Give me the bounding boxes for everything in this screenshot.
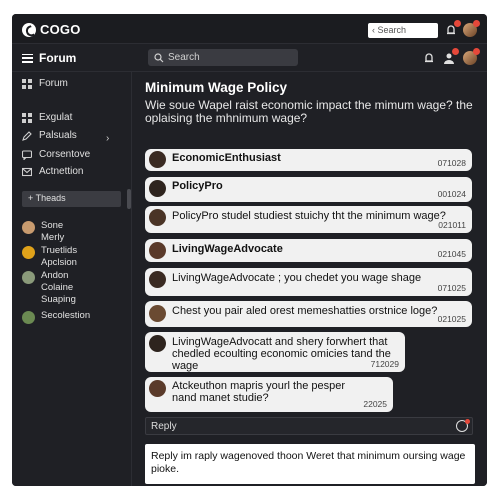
avatar (149, 335, 166, 352)
sidebar-user[interactable]: Truetlids Apclsion (22, 245, 77, 269)
reply-bar[interactable]: Reply (145, 417, 473, 435)
sidebar-item-exgulat[interactable]: Exgulat (22, 112, 72, 123)
app-logo[interactable]: COGO (22, 22, 81, 37)
app-window: COGO ‹ Search Forum Search Forum Exgulat… (12, 14, 487, 486)
top-user-avatar[interactable] (463, 20, 480, 37)
top-avatar-badge (473, 20, 480, 27)
sidebar-item-label: Exgulat (39, 112, 73, 123)
message-bubble[interactable]: Atckeuthon mapris yourl the pesper nand … (145, 377, 393, 412)
chat-icon (22, 149, 32, 160)
message-time: 712029 (370, 359, 399, 369)
message-bubble[interactable]: LivingWageAdvocatt and shery forwhert th… (145, 332, 405, 372)
forum-title-text: Forum (39, 51, 77, 65)
message-bubble[interactable]: PolicyPro studel studiest stuichy tht th… (145, 206, 472, 233)
thread-view: Minimum Wage Policy Wie soue Wapel raist… (133, 72, 487, 486)
message-text: Atckeuthon mapris yourl the pesper nand … (172, 380, 346, 404)
message-time: 021025 (437, 314, 466, 324)
forum-header: Forum Search (12, 44, 487, 72)
message-text: LivingWageAdvocatt and shery forwhert th… (172, 336, 391, 372)
reply-label: Reply (151, 421, 177, 432)
header-profile-button[interactable] (442, 48, 459, 65)
mail-icon (22, 167, 32, 176)
sidebar-item-corsentove[interactable]: Corsentove (22, 149, 90, 160)
menu-icon[interactable] (22, 53, 33, 63)
message-text: EconomicEnthusiast (172, 152, 281, 164)
avatar (22, 311, 35, 324)
forum-search-placeholder: Search (168, 52, 200, 63)
plus-icon: + (28, 193, 36, 203)
message-time: 021045 (437, 249, 466, 259)
reply-textarea[interactable]: Reply im raply wagenoved thoon Weret tha… (145, 444, 475, 484)
top-notification-button[interactable] (444, 20, 461, 37)
sidebar-item-actnettion[interactable]: Actnettion (22, 166, 83, 177)
message-text: PolicyPro (172, 180, 223, 192)
message-bubble[interactable]: Chest you pair aled orest memeshatties o… (145, 301, 472, 327)
threads-button[interactable]: + Theads (22, 191, 121, 207)
sidebar: Forum Exgulat Palsuals › Corsentove Actn… (12, 72, 132, 486)
message-bubble[interactable]: EconomicEnthusiast 071028 (145, 149, 472, 171)
avatar (149, 180, 166, 197)
sidebar-item-label: Palsuals (39, 130, 77, 141)
thread-title: Minimum Wage Policy (145, 80, 288, 95)
top-bar: COGO ‹ Search (12, 14, 487, 44)
sidebar-user-name: Secolestion (41, 310, 91, 321)
sidebar-item-label: Corsentove (39, 149, 91, 160)
sidebar-user[interactable]: Secolestion (22, 310, 90, 324)
avatar (149, 380, 166, 397)
sidebar-item-label: Forum (39, 78, 68, 89)
forum-title[interactable]: Forum (22, 51, 76, 65)
avatar (22, 271, 35, 284)
message-bubble[interactable]: LivingWageAdvocate ; you chedet you wage… (145, 268, 472, 296)
search-icon (154, 52, 164, 62)
message-bubble[interactable]: PolicyPro 001024 (145, 177, 472, 202)
reply-notification-dot (465, 419, 470, 424)
message-text: PolicyPro studel studiest stuichy tht th… (172, 210, 446, 222)
sidebar-item-forum[interactable]: Forum (22, 78, 68, 89)
message-time: 22025 (363, 399, 387, 409)
threads-label: Theads (35, 193, 66, 203)
sidebar-item-palsuals[interactable]: Palsuals (22, 130, 77, 141)
avatar (22, 246, 35, 259)
message-bubble[interactable]: LivingWageAdvocate 021045 (145, 239, 472, 262)
header-notification-button[interactable] (422, 51, 436, 65)
top-search-input[interactable]: ‹ Search (368, 23, 438, 38)
message-time: 021011 (438, 220, 466, 230)
top-search-label: Search (377, 25, 407, 35)
avatar (149, 151, 166, 168)
sidebar-user-name: Andon Colaine Suaping (41, 270, 76, 305)
sidebar-scrollbar[interactable] (127, 189, 131, 209)
avatar (149, 305, 166, 322)
grid-icon (22, 112, 32, 123)
sidebar-item-label: Actnettion (39, 166, 84, 177)
avatar (22, 221, 35, 234)
message-time: 071025 (437, 283, 466, 293)
logo-text: COGO (40, 22, 81, 37)
message-text: Chest you pair aled orest memeshatties o… (172, 305, 438, 317)
logo-icon (22, 22, 36, 37)
edit-icon (22, 130, 32, 141)
message-text: LivingWageAdvocate ; you chedet you wage… (172, 272, 422, 284)
sidebar-user-name: Sone Merly (41, 220, 65, 243)
message-text: LivingWageAdvocate (172, 243, 283, 255)
forum-search-input[interactable]: Search (148, 49, 298, 66)
avatar (149, 242, 166, 259)
bell-icon (425, 53, 433, 63)
header-profile-badge (452, 48, 459, 55)
chevron-right-icon[interactable]: › (106, 133, 109, 144)
message-time: 001024 (437, 189, 466, 199)
sidebar-user[interactable]: Andon Colaine Suaping (22, 270, 76, 306)
grid-icon (22, 78, 32, 89)
header-user-avatar[interactable] (463, 48, 480, 65)
message-time: 071028 (437, 158, 466, 168)
header-avatar-badge (473, 48, 480, 55)
thread-description: Wie soue Wapel raist economic impact the… (145, 98, 473, 125)
sidebar-user[interactable]: Sone Merly (22, 220, 64, 244)
top-notification-badge (454, 20, 461, 27)
avatar (149, 271, 166, 288)
sidebar-user-name: Truetlids Apclsion (41, 245, 78, 268)
avatar (149, 209, 166, 226)
